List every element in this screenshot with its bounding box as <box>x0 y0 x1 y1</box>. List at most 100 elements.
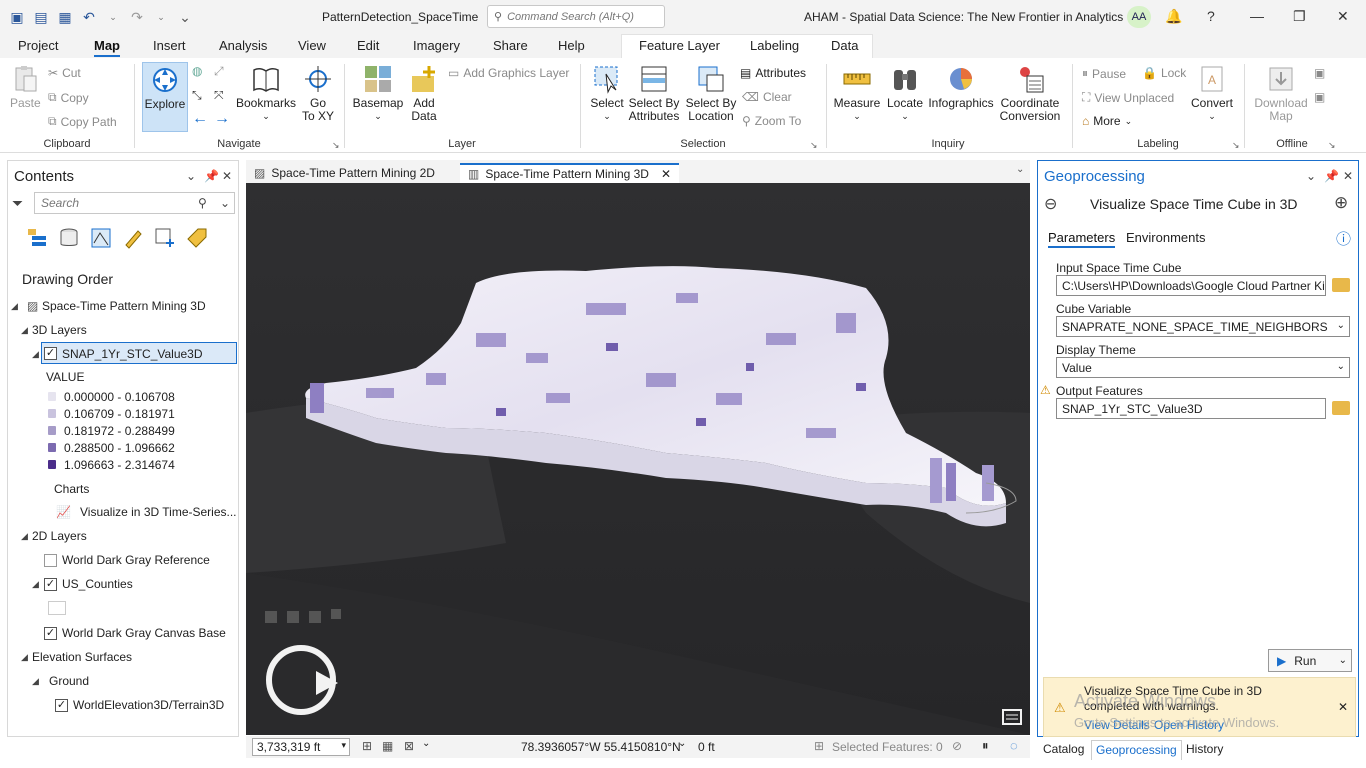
add-favorite-icon[interactable]: ⊕ <box>1334 193 1348 213</box>
run-button[interactable]: ▶ Run ⌄ <box>1268 649 1352 672</box>
tab-feature-layer[interactable]: Feature Layer <box>639 38 720 53</box>
grid-icon[interactable]: ▦ <box>382 739 393 753</box>
expand-3d-layers-icon[interactable]: ◢ <box>21 325 28 336</box>
list-by-labeling-icon[interactable] <box>186 227 208 249</box>
selection-launcher-icon[interactable]: ↘ <box>810 140 818 151</box>
full-extent-nav-icon[interactable] <box>287 611 299 623</box>
zoom-in-nav-icon[interactable] <box>265 611 277 623</box>
search-options-icon[interactable]: ⌄ <box>220 196 230 210</box>
terrain-item[interactable]: WorldElevation3D/Terrain3D <box>73 698 224 712</box>
list-by-selection-icon[interactable] <box>90 227 112 249</box>
snapping-icon[interactable]: ⊠ <box>404 739 414 753</box>
tab-labeling[interactable]: Labeling <box>750 38 799 53</box>
help-button[interactable]: ? <box>1207 8 1215 24</box>
nav-options-icon[interactable] <box>331 609 341 619</box>
tab-map-3d[interactable]: ▥ Space-Time Pattern Mining 3D ✕ <box>460 163 680 183</box>
counties-visibility-checkbox[interactable]: ✓ <box>44 578 57 591</box>
browse-input-folder-icon[interactable] <box>1332 278 1350 292</box>
pane-close-icon[interactable]: ✕ <box>222 169 232 183</box>
display-theme-select[interactable]: Value ⌄ <box>1056 357 1350 378</box>
layer-us-counties[interactable]: US_Counties <box>62 577 133 591</box>
tool-help-icon[interactable]: ⓘ <box>1336 228 1351 249</box>
tab-data[interactable]: Data <box>831 38 858 53</box>
tabs-overflow-icon[interactable]: ⌄ <box>1016 164 1024 175</box>
reference-visibility-checkbox[interactable] <box>44 554 57 567</box>
undo-icon[interactable]: ↶ <box>80 9 98 25</box>
tab-geoprocessing[interactable]: Geoprocessing <box>1091 740 1182 760</box>
3d-layers-heading[interactable]: 3D Layers <box>32 323 87 337</box>
tab-parameters[interactable]: Parameters <box>1048 230 1116 248</box>
expand-2d-layers-icon[interactable]: ◢ <box>21 531 28 542</box>
tab-share[interactable]: Share <box>493 38 528 53</box>
customize-toolbar-icon[interactable]: ⌄ <box>176 9 194 25</box>
tab-map-2d[interactable]: ▨ Space-Time Pattern Mining 2D <box>246 163 443 183</box>
search-icon[interactable]: ⚲ <box>198 196 207 210</box>
labeling-launcher-icon[interactable]: ↘ <box>1232 140 1240 151</box>
tab-close-icon[interactable]: ✕ <box>661 167 671 181</box>
minimize-button[interactable]: — <box>1250 8 1264 24</box>
status-options-icon[interactable]: ⌄ <box>422 738 430 749</box>
save-icon[interactable]: ▦ <box>56 9 74 25</box>
filter-icon[interactable]: ⏷ <box>12 195 23 212</box>
refresh-icon[interactable]: ⊘ <box>952 739 962 753</box>
expand-elevation-icon[interactable]: ◢ <box>21 652 28 663</box>
close-button[interactable]: ✕ <box>1337 8 1349 25</box>
canvas-visibility-checkbox[interactable]: ✓ <box>44 627 57 640</box>
open-folder-icon[interactable]: ▤ <box>32 9 50 25</box>
expand-layer-icon[interactable]: ◢ <box>32 349 39 360</box>
pane-options-icon[interactable]: ⌄ <box>1306 169 1316 183</box>
tab-map[interactable]: Map <box>94 38 120 57</box>
map-name[interactable]: Space-Time Pattern Mining 3D <box>42 299 206 313</box>
tab-history[interactable]: History <box>1186 742 1223 756</box>
maximize-button[interactable]: ❐ <box>1293 8 1306 25</box>
list-by-drawing-order-icon[interactable] <box>26 227 48 249</box>
warning-icon[interactable]: ⚠ <box>1040 383 1051 397</box>
pin-icon[interactable]: 📌 <box>1324 169 1339 183</box>
list-by-data-source-icon[interactable] <box>58 227 80 249</box>
user-avatar[interactable]: AA <box>1127 6 1151 28</box>
back-icon[interactable]: ⊖ <box>1044 194 1057 214</box>
scale-selector[interactable]: 3,733,319 ft ▾ <box>252 738 350 756</box>
tab-help[interactable]: Help <box>558 38 585 53</box>
offline-launcher-icon[interactable]: ↘ <box>1328 140 1336 151</box>
expand-counties-icon[interactable]: ◢ <box>32 579 39 590</box>
tab-imagery[interactable]: Imagery <box>413 38 460 53</box>
redo-icon[interactable]: ↷ <box>128 9 146 25</box>
tab-project[interactable]: Project <box>18 38 58 53</box>
notification-bell-icon[interactable]: 🔔 <box>1165 8 1182 25</box>
map-scene-view[interactable] <box>246 183 1030 735</box>
ground-item[interactable]: Ground <box>49 674 89 688</box>
selected-layer-name[interactable]: SNAP_1Yr_STC_Value3D <box>62 347 203 361</box>
tab-view[interactable]: View <box>298 38 326 53</box>
3d-scene-canvas[interactable] <box>246 183 1030 735</box>
pane-options-icon[interactable]: ⌄ <box>186 169 196 183</box>
output-features-field[interactable]: SNAP_1Yr_STC_Value3D <box>1056 398 1326 419</box>
list-by-editing-icon[interactable] <box>122 227 144 249</box>
tab-edit[interactable]: Edit <box>357 38 379 53</box>
pause-drawing-icon[interactable]: ⏸ <box>982 738 989 754</box>
layer-world-dark-gray-canvas[interactable]: World Dark Gray Canvas Base <box>62 626 226 640</box>
browse-output-folder-icon[interactable] <box>1332 401 1350 415</box>
2d-layers-heading[interactable]: 2D Layers <box>32 529 87 543</box>
pane-close-icon[interactable]: ✕ <box>1343 169 1353 183</box>
cube-variable-select[interactable]: SNAPRATE_NONE_SPACE_TIME_NEIGHBORS ⌄ <box>1056 316 1350 337</box>
toast-close-icon[interactable]: ✕ <box>1338 700 1348 714</box>
terrain-visibility-checkbox[interactable]: ✓ <box>55 699 68 712</box>
chart-item[interactable]: Visualize in 3D Time-Series... <box>80 505 237 519</box>
input-cube-field[interactable]: C:\Users\HP\Downloads\Google Cloud Partn… <box>1056 275 1326 296</box>
counties-symbol-swatch[interactable] <box>48 601 66 615</box>
list-by-snapping-icon[interactable] <box>154 227 176 249</box>
navigate-launcher-icon[interactable]: ↘ <box>332 140 340 151</box>
undo-dropdown-icon[interactable]: ⌄ <box>104 9 122 25</box>
tab-insert[interactable]: Insert <box>153 38 186 53</box>
tab-catalog[interactable]: Catalog <box>1043 742 1084 756</box>
walk-nav-icon[interactable] <box>309 611 321 623</box>
layer-world-dark-gray-reference[interactable]: World Dark Gray Reference <box>62 553 210 567</box>
expand-ground-icon[interactable]: ◢ <box>32 676 39 687</box>
scale-options-icon[interactable]: ⊞ <box>362 739 372 753</box>
tab-environments[interactable]: Environments <box>1126 230 1205 245</box>
coordinate-format-icon[interactable]: ⌄ <box>678 738 686 749</box>
new-project-icon[interactable]: ▣ <box>8 9 26 25</box>
expand-map-icon[interactable]: ◢ <box>11 301 18 312</box>
elevation-surfaces-heading[interactable]: Elevation Surfaces <box>32 650 132 664</box>
